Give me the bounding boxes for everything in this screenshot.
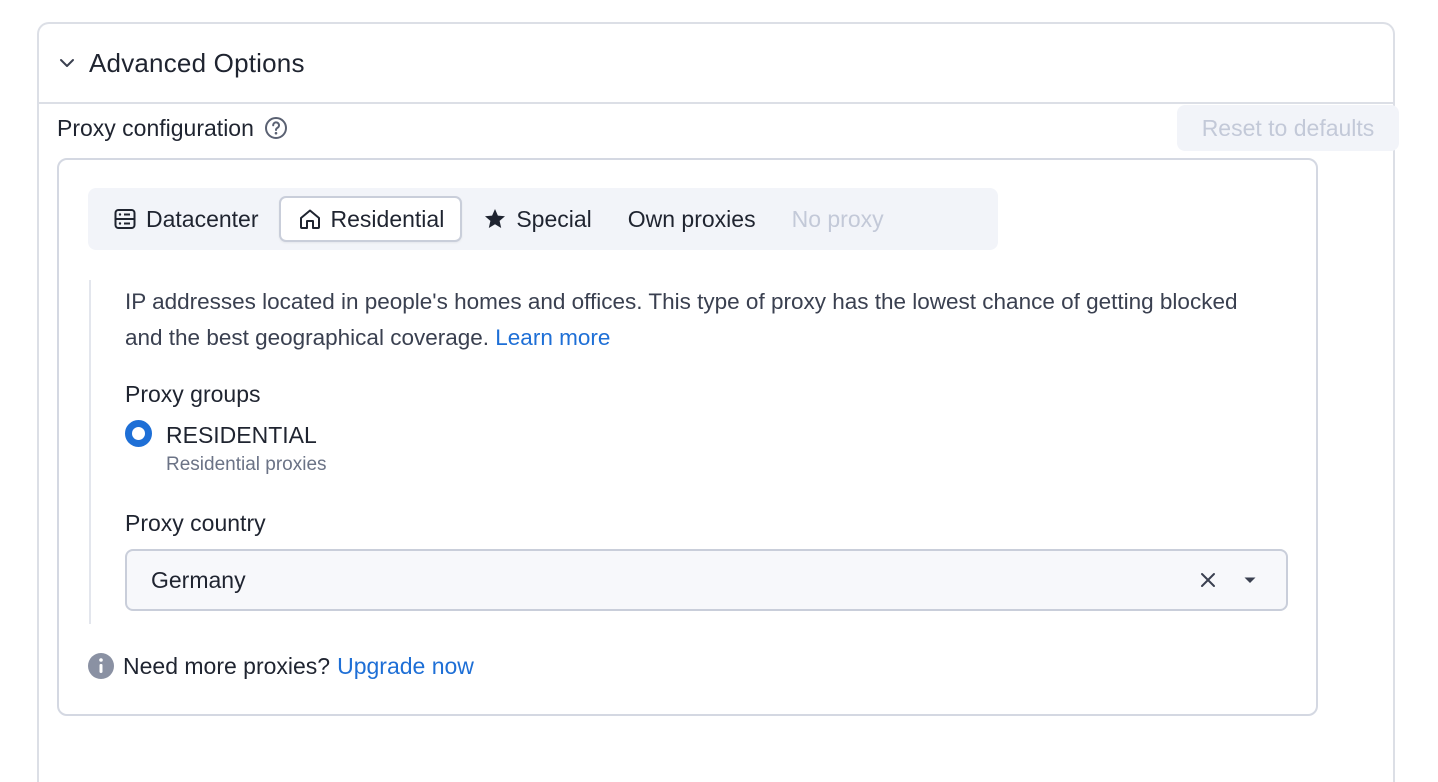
advanced-options-header[interactable]: Advanced Options — [39, 24, 1393, 104]
proxy-description-text: IP addresses located in people's homes a… — [125, 289, 1238, 350]
proxy-country-select[interactable]: Germany — [125, 549, 1288, 611]
proxy-type-tabs: Datacenter Residential Special Own proxi… — [88, 188, 998, 250]
proxy-country-title: Proxy country — [125, 510, 266, 536]
chevron-down-icon[interactable] — [57, 53, 77, 73]
proxy-config-label-wrap: Proxy configuration — [57, 115, 288, 142]
need-more-proxies-text: Need more proxies? — [123, 652, 331, 679]
tab-special-label: Special — [516, 205, 592, 232]
star-icon — [482, 206, 508, 232]
help-circle-icon[interactable] — [264, 116, 288, 140]
panel-title: Advanced Options — [89, 47, 305, 78]
proxy-config-label: Proxy configuration — [57, 114, 254, 141]
info-icon — [87, 652, 115, 680]
proxy-group-radio[interactable] — [125, 420, 152, 447]
proxy-groups-title: Proxy groups — [125, 381, 261, 407]
tab-residential[interactable]: Residential — [278, 196, 463, 242]
tab-no-proxy[interactable]: No proxy — [776, 196, 900, 242]
proxy-config-card: Datacenter Residential Special Own proxi… — [57, 158, 1318, 716]
reset-defaults-button[interactable]: Reset to defaults — [1177, 105, 1399, 151]
tab-special[interactable]: Special — [466, 196, 607, 242]
learn-more-link[interactable]: Learn more — [495, 325, 610, 350]
tab-datacenter-label: Datacenter — [146, 205, 259, 232]
server-icon — [112, 206, 138, 232]
proxy-description: IP addresses located in people's homes a… — [125, 280, 1245, 356]
residential-tab-panel: IP addresses located in people's homes a… — [89, 280, 1289, 624]
tab-datacenter[interactable]: Datacenter — [96, 196, 275, 242]
tab-own-proxies[interactable]: Own proxies — [612, 196, 772, 242]
home-icon — [297, 206, 323, 232]
upgrade-now-link[interactable]: Upgrade now — [337, 653, 474, 680]
proxy-group-text: RESIDENTIAL Residential proxies — [166, 420, 327, 476]
proxy-country-value: Germany — [151, 566, 246, 593]
need-more-proxies-note: Need more proxies? Upgrade now — [87, 652, 474, 680]
proxy-group-option[interactable]: RESIDENTIAL Residential proxies — [125, 420, 1289, 476]
tab-residential-label: Residential — [330, 205, 445, 232]
tab-no-proxy-label: No proxy — [791, 205, 884, 232]
proxy-group-label: RESIDENTIAL — [166, 422, 317, 448]
proxy-group-sublabel: Residential proxies — [166, 454, 327, 475]
proxy-section-header: Proxy configuration Reset to defaults — [57, 103, 1399, 153]
tab-own-proxies-label: Own proxies — [627, 205, 756, 232]
caret-down-icon[interactable] — [1238, 568, 1262, 592]
clear-icon[interactable] — [1196, 568, 1220, 592]
